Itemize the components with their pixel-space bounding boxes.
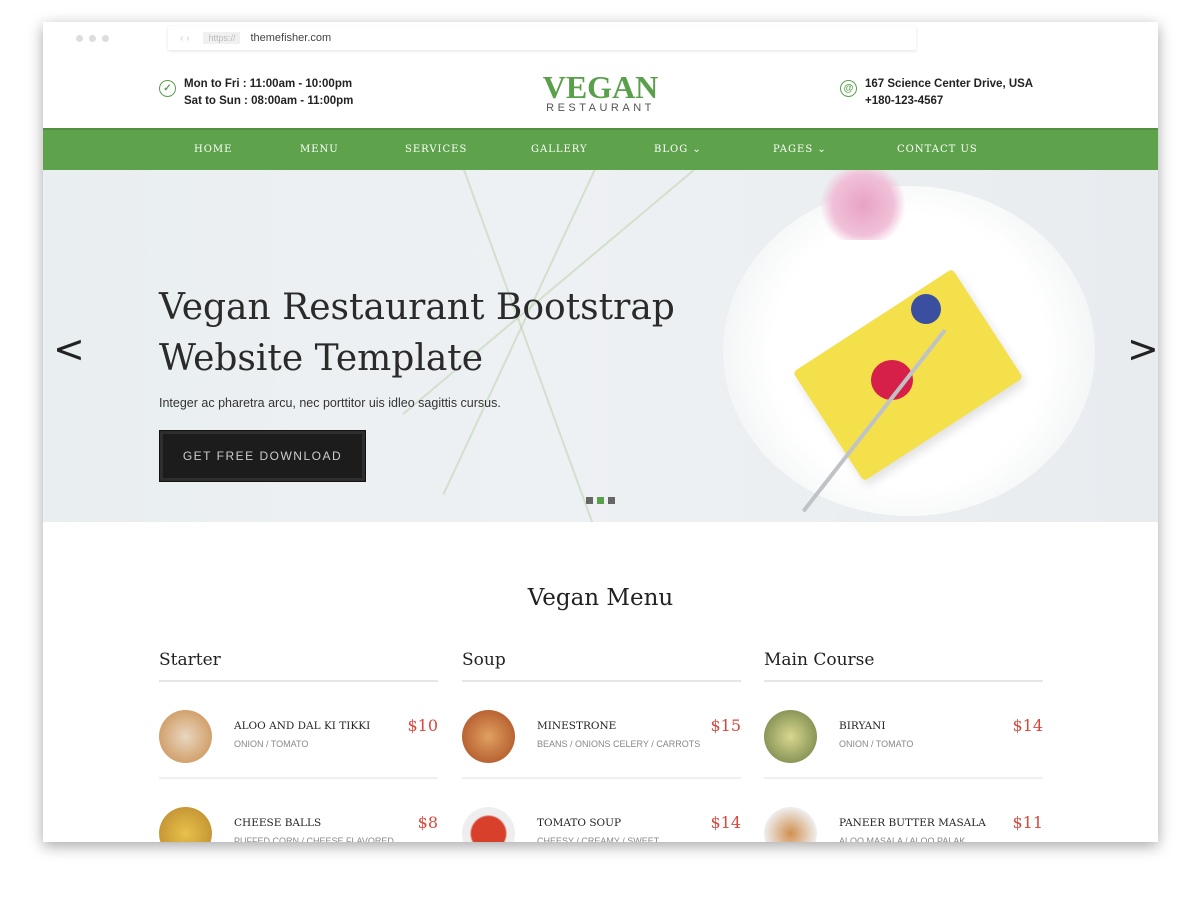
dish-price: $14 — [710, 813, 741, 832]
download-button[interactable]: GET FREE DOWNLOAD — [159, 430, 366, 482]
column-title: Starter — [159, 650, 438, 682]
dish-image — [159, 710, 212, 763]
dish-description: ALOO MASALA / ALOO PALAK — [839, 836, 966, 842]
address-bar[interactable]: ‹ › https:// themefisher.com — [168, 26, 916, 50]
menu-column: Soup MINESTRONE BEANS / ONIONS CELERY / … — [462, 650, 741, 842]
menu-item[interactable]: ALOO AND DAL KI TIKKI ONION / TOMATO $10 — [159, 682, 438, 779]
menu-item[interactable]: TOMATO SOUP CHEESY / CREAMY / SWEET $14 — [462, 779, 741, 842]
dish-name: CHEESE BALLS — [234, 817, 322, 829]
dish-image — [462, 710, 515, 763]
browser-window: ‹ › https:// themefisher.com ✓ Mon to Fr… — [43, 22, 1158, 842]
menu-item[interactable]: CHEESE BALLS PUFFED CORN / CHEESE FLAVOR… — [159, 779, 438, 842]
protocol: https:// — [203, 32, 241, 44]
dish-name: PANEER BUTTER MASALA — [839, 817, 986, 829]
dish-description: PUFFED CORN / CHEESE FLAVORED — [234, 836, 394, 842]
url[interactable]: themefisher.com — [250, 32, 331, 44]
hero-title: Vegan Restaurant Bootstrap Website Templa… — [159, 287, 675, 379]
dish-price: $15 — [710, 716, 741, 735]
dish-name: ALOO AND DAL KI TIKKI — [234, 720, 371, 732]
close-dot[interactable] — [76, 35, 83, 42]
hero-slider: Vegan Restaurant Bootstrap Website Templa… — [43, 170, 1158, 522]
dish-price: $8 — [417, 813, 438, 832]
nav-contact[interactable]: CONTACT US — [897, 144, 978, 155]
dish-price: $11 — [1012, 813, 1043, 832]
dish-name: BIRYANI — [839, 720, 886, 732]
dish-price: $14 — [1012, 716, 1043, 735]
window-controls — [76, 35, 109, 42]
blueberry — [911, 294, 941, 324]
section-title: Vegan Menu — [527, 585, 674, 611]
prev-arrow-icon[interactable]: < — [53, 330, 85, 368]
dish-description: BEANS / ONIONS CELERY / CARROTS — [537, 739, 701, 749]
dish-description: ONION / TOMATO — [839, 739, 914, 749]
dish-image — [764, 807, 817, 842]
contact-info: @ 167 Science Center Drive, USA +180-123-… — [840, 76, 1033, 110]
dish-image — [764, 710, 817, 763]
slide-dot[interactable] — [586, 497, 593, 504]
menu-column: Starter ALOO AND DAL KI TIKKI ONION / TO… — [159, 650, 438, 842]
nav-home[interactable]: HOME — [194, 144, 232, 155]
nav-menu[interactable]: MENU — [300, 144, 339, 155]
address: 167 Science Center Drive, USA — [865, 78, 1034, 90]
menu-item[interactable]: PANEER BUTTER MASALA ALOO MASALA / ALOO … — [764, 779, 1043, 842]
menu-item[interactable]: BIRYANI ONION / TOMATO $14 — [764, 682, 1043, 779]
at-icon: @ — [840, 80, 857, 97]
phone: +180-123-4567 — [865, 95, 944, 107]
slide-indicators — [586, 497, 615, 504]
nav-pages[interactable]: PAGES ⌄ — [773, 144, 827, 155]
dish-name: TOMATO SOUP — [537, 817, 622, 829]
dish-description: ONION / TOMATO — [234, 739, 309, 749]
slide-dot[interactable] — [608, 497, 615, 504]
dish-image — [462, 807, 515, 842]
column-title: Soup — [462, 650, 741, 682]
flower-image — [813, 170, 913, 240]
dish-price: $10 — [407, 716, 438, 735]
hero-subtitle: Integer ac pharetra arcu, nec porttitor … — [159, 396, 501, 410]
next-arrow-icon[interactable]: > — [1127, 330, 1158, 368]
back-forward-icon[interactable]: ‹ › — [180, 33, 189, 44]
menu-item[interactable]: MINESTRONE BEANS / ONIONS CELERY / CARRO… — [462, 682, 741, 779]
main-nav: HOME MENU SERVICES GALLERY BLOG ⌄ PAGES … — [43, 128, 1158, 170]
dish-name: MINESTRONE — [537, 720, 617, 732]
column-title: Main Course — [764, 650, 1043, 682]
minimize-dot[interactable] — [89, 35, 96, 42]
slide-dot-active[interactable] — [597, 497, 604, 504]
maximize-dot[interactable] — [102, 35, 109, 42]
dish-description: CHEESY / CREAMY / SWEET — [537, 836, 660, 842]
nav-services[interactable]: SERVICES — [405, 144, 467, 155]
menu-column: Main Course BIRYANI ONION / TOMATO $14 P… — [764, 650, 1043, 842]
dish-image — [159, 807, 212, 842]
nav-blog[interactable]: BLOG ⌄ — [654, 144, 702, 155]
nav-gallery[interactable]: GALLERY — [531, 144, 588, 155]
